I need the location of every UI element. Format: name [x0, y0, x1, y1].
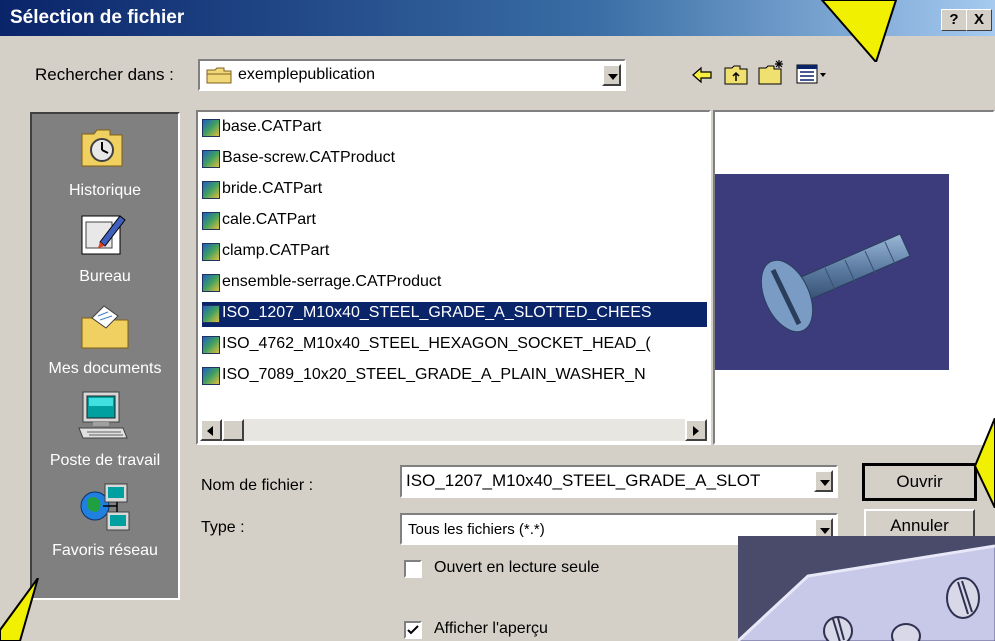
- catia-file-icon: [202, 243, 220, 261]
- file-name: ISO_4762_M10x40_STEEL_HEXAGON_SOCKET_HEA…: [222, 335, 651, 352]
- file-list-item[interactable]: ensemble-serrage.CATProduct: [202, 271, 707, 296]
- catia-file-icon: [202, 212, 220, 230]
- place-label: Bureau: [79, 268, 131, 285]
- help-button[interactable]: ?: [941, 9, 967, 31]
- lookin-dropdown-button[interactable]: [602, 64, 621, 86]
- file-list-item[interactable]: Base-screw.CATProduct: [202, 147, 707, 172]
- file-list-item[interactable]: ISO_7089_10x20_STEEL_GRADE_A_PLAIN_WASHE…: [202, 364, 707, 389]
- place-poste-de-travail[interactable]: Poste de travail: [32, 384, 178, 474]
- folder-icon: [206, 67, 232, 84]
- open-button[interactable]: Ouvrir: [862, 463, 977, 501]
- file-name: ISO_1207_M10x40_STEEL_GRADE_A_SLOTTED_CH…: [222, 304, 652, 321]
- lookin-label: Rechercher dans :: [35, 65, 174, 84]
- file-name: clamp.CATPart: [222, 242, 330, 259]
- filename-dropdown-button[interactable]: [814, 470, 833, 492]
- lookin-combo[interactable]: exemplepublication: [198, 59, 626, 91]
- catia-file-icon: [202, 274, 220, 292]
- close-button[interactable]: X: [966, 9, 992, 31]
- screw-preview-image: [715, 174, 949, 370]
- place-label: Favoris réseau: [52, 542, 158, 559]
- view-menu-icon[interactable]: [795, 62, 829, 86]
- screw-plate-image: [738, 536, 995, 641]
- preview-pane: [713, 110, 995, 445]
- place-label: Mes documents: [48, 360, 162, 377]
- catia-file-icon: [202, 119, 220, 137]
- arrow-left-icon: [207, 426, 213, 436]
- filename-input[interactable]: ISO_1207_M10x40_STEEL_GRADE_A_SLOT: [406, 471, 814, 491]
- file-list-item[interactable]: bride.CATPart: [202, 178, 707, 203]
- scroll-left-button[interactable]: [200, 419, 222, 441]
- chevron-down-icon: [820, 480, 830, 486]
- catia-file-icon: [202, 181, 220, 199]
- callout-arrow-icon: [820, 0, 898, 62]
- callout-arrow-icon: [973, 418, 995, 508]
- file-name: ensemble-serrage.CATProduct: [222, 273, 442, 290]
- filetype-value: Tous les fichiers (*.*): [408, 521, 545, 538]
- file-list-item[interactable]: clamp.CATPart: [202, 240, 707, 265]
- place-bureau[interactable]: Bureau: [32, 206, 178, 290]
- filename-combo[interactable]: ISO_1207_M10x40_STEEL_GRADE_A_SLOT: [400, 465, 838, 498]
- lookin-value: exemplepublication: [238, 66, 375, 83]
- place-label: Historique: [68, 182, 142, 199]
- place-favoris-reseau[interactable]: Favoris réseau: [32, 476, 178, 572]
- file-list[interactable]: base.CATPart Base-screw.CATProduct bride.C…: [196, 110, 711, 445]
- preview-checkbox[interactable]: [404, 621, 422, 639]
- file-name: base.CATPart: [222, 118, 322, 135]
- network-icon: [80, 483, 130, 531]
- file-list-item[interactable]: ISO_4762_M10x40_STEEL_HEXAGON_SOCKET_HEA…: [202, 333, 707, 358]
- catia-file-icon: [202, 367, 220, 385]
- up-folder-icon[interactable]: [723, 62, 749, 86]
- file-list-item[interactable]: cale.CATPart: [202, 209, 707, 234]
- horizontal-scrollbar[interactable]: [200, 419, 707, 441]
- catia-file-icon: [202, 336, 220, 354]
- chevron-down-icon: [608, 74, 618, 80]
- scroll-right-button[interactable]: [685, 419, 707, 441]
- dialog-title: Sélection de fichier: [10, 7, 185, 28]
- file-list-item[interactable]: base.CATPart: [202, 116, 707, 141]
- file-name: ISO_7089_10x20_STEEL_GRADE_A_PLAIN_WASHE…: [222, 366, 646, 383]
- place-mes-documents[interactable]: Mes documents: [32, 294, 178, 378]
- catia-file-icon: [202, 305, 220, 323]
- computer-icon: [78, 391, 128, 439]
- file-name: cale.CATPart: [222, 211, 316, 228]
- catia-file-icon: [202, 150, 220, 168]
- place-label: Poste de travail: [49, 452, 161, 469]
- back-arrow-icon[interactable]: [690, 64, 714, 86]
- file-name: Base-screw.CATProduct: [222, 149, 396, 166]
- arrow-right-icon: [693, 426, 699, 436]
- open-button-label: Ouvrir: [896, 472, 943, 491]
- places-bar: Historique Bureau Mes documents Poste de…: [30, 112, 180, 600]
- callout-arrow-icon: [0, 578, 39, 641]
- file-name: bride.CATPart: [222, 180, 323, 197]
- desktop-icon: [81, 215, 126, 255]
- file-list-item[interactable]: ISO_1207_M10x40_STEEL_GRADE_A_SLOTTED_CH…: [202, 302, 707, 327]
- filetype-label: Type :: [201, 519, 245, 536]
- readonly-checkbox[interactable]: [404, 560, 422, 578]
- new-folder-icon[interactable]: [757, 58, 787, 86]
- chevron-down-icon: [820, 528, 830, 534]
- place-historique[interactable]: Historique: [32, 120, 178, 204]
- scroll-thumb[interactable]: [222, 419, 244, 441]
- history-clock-icon: [81, 129, 123, 167]
- cancel-button-label: Annuler: [890, 516, 949, 535]
- preview-label: Afficher l'aperçu: [434, 620, 548, 637]
- checkmark-icon: [407, 625, 419, 635]
- readonly-label: Ouvert en lecture seule: [434, 559, 600, 576]
- my-documents-icon: [81, 305, 129, 349]
- filename-label: Nom de fichier :: [201, 477, 314, 494]
